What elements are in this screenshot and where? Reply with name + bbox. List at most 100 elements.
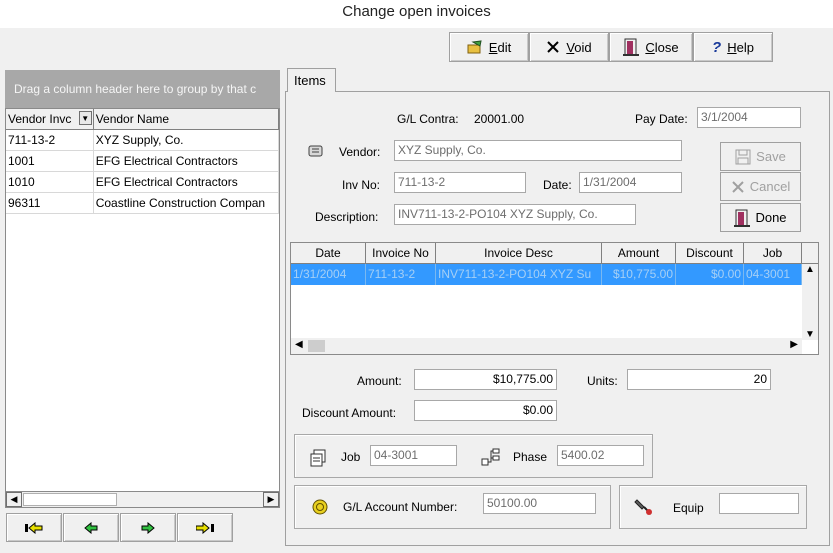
column-header-vendor-name[interactable]: Vendor Name bbox=[94, 109, 279, 129]
inv-no-field[interactable]: 711-13-2 bbox=[394, 172, 526, 193]
pay-date-label: Pay Date: bbox=[635, 112, 688, 126]
gl-contra-value: 20001.00 bbox=[474, 112, 525, 126]
items-grid-horizontal-scrollbar[interactable]: ◀ ▶ bbox=[291, 338, 802, 354]
done-icon bbox=[734, 209, 751, 227]
cell-discount[interactable]: $0.00 bbox=[676, 264, 744, 285]
amount-field[interactable]: $10,775.00 bbox=[414, 369, 557, 390]
job-label: Job bbox=[341, 450, 361, 464]
equip-field[interactable] bbox=[719, 493, 799, 514]
cell-invoice-no[interactable]: 711-13-2 bbox=[366, 264, 436, 285]
edit-button[interactable]: Edit bbox=[449, 32, 529, 62]
scroll-left-icon[interactable]: ◀ bbox=[295, 339, 303, 350]
table-row[interactable]: 96311 Coastline Construction Compan bbox=[6, 193, 279, 214]
gl-account-field[interactable]: 50100.00 bbox=[483, 493, 596, 514]
date-label: Date: bbox=[543, 178, 572, 192]
column-header-label: Vendor Invc bbox=[8, 112, 72, 126]
prev-record-icon bbox=[84, 521, 98, 534]
phase-label: Phase bbox=[513, 450, 548, 464]
equip-icon[interactable] bbox=[634, 497, 654, 517]
column-header-invoice-desc[interactable]: Invoice Desc bbox=[436, 243, 602, 263]
window-title: Change open invoices bbox=[0, 0, 833, 28]
cell-vendor-invoice[interactable]: 1010 bbox=[6, 172, 94, 192]
vendor-grid: Vendor Invc ▼ Vendor Name 711-13-2 XYZ S… bbox=[5, 108, 280, 508]
column-header-discount[interactable]: Discount bbox=[676, 243, 744, 263]
cancel-icon bbox=[731, 180, 745, 194]
next-record-button[interactable] bbox=[120, 513, 176, 542]
table-row[interactable]: 711-13-2 XYZ Supply, Co. bbox=[6, 130, 279, 151]
cell-vendor-invoice[interactable]: 1001 bbox=[6, 151, 94, 171]
save-button[interactable]: Save bbox=[720, 142, 801, 171]
cell-job[interactable]: 04-3001 bbox=[744, 264, 802, 285]
items-grid-header: Date Invoice No Invoice Desc Amount Disc… bbox=[291, 243, 818, 264]
amount-label: Amount: bbox=[357, 374, 402, 388]
column-header-date[interactable]: Date bbox=[291, 243, 366, 263]
date-field[interactable]: 1/31/2004 bbox=[579, 172, 682, 193]
scroll-down-icon[interactable]: ▼ bbox=[805, 329, 815, 340]
void-icon bbox=[546, 40, 560, 54]
scroll-right-icon[interactable]: ▶ bbox=[263, 492, 279, 507]
job-field[interactable]: 04-3001 bbox=[370, 445, 457, 466]
void-button-label: Void bbox=[566, 39, 592, 55]
scroll-left-icon[interactable]: ◀ bbox=[6, 492, 22, 507]
cell-vendor-invoice[interactable]: 711-13-2 bbox=[6, 130, 94, 150]
items-grid: Date Invoice No Invoice Desc Amount Disc… bbox=[290, 242, 819, 355]
units-label: Units: bbox=[587, 374, 618, 388]
cell-vendor-name[interactable]: EFG Electrical Contractors bbox=[94, 172, 279, 192]
phase-icon[interactable] bbox=[481, 447, 501, 467]
help-icon: ? bbox=[712, 38, 722, 56]
cell-amount[interactable]: $10,775.00 bbox=[602, 264, 676, 285]
vendor-field[interactable]: XYZ Supply, Co. bbox=[394, 140, 682, 161]
first-record-icon bbox=[25, 521, 43, 534]
column-header-vendor-invoice[interactable]: Vendor Invc ▼ bbox=[6, 109, 94, 129]
cell-vendor-name[interactable]: Coastline Construction Compan bbox=[94, 193, 279, 213]
pay-date-field[interactable]: 3/1/2004 bbox=[697, 107, 801, 128]
vendor-grid-horizontal-scrollbar[interactable]: ◀ ▶ bbox=[5, 491, 280, 508]
tab-items[interactable]: Items bbox=[287, 68, 336, 92]
job-icon[interactable] bbox=[309, 449, 327, 467]
discount-amount-field[interactable]: $0.00 bbox=[414, 400, 557, 421]
column-header-invoice-no[interactable]: Invoice No bbox=[366, 243, 436, 263]
help-button-label: Help bbox=[727, 39, 754, 55]
table-row[interactable]: 1001 EFG Electrical Contractors bbox=[6, 151, 279, 172]
prev-record-button[interactable] bbox=[63, 513, 119, 542]
description-field[interactable]: INV711-13-2-PO104 XYZ Supply, Co. bbox=[394, 204, 636, 225]
cell-vendor-name[interactable]: XYZ Supply, Co. bbox=[94, 130, 279, 150]
close-button-label: Close bbox=[645, 39, 679, 55]
void-button[interactable]: Void bbox=[529, 32, 609, 62]
phase-field[interactable]: 5400.02 bbox=[557, 445, 644, 466]
equip-label: Equip bbox=[673, 501, 704, 515]
column-dropdown-icon[interactable]: ▼ bbox=[78, 111, 92, 125]
items-grid-vertical-scrollbar[interactable]: ▲ ▼ bbox=[802, 264, 818, 340]
vendor-icon[interactable] bbox=[307, 143, 325, 159]
group-by-panel[interactable]: Drag a column header here to group by th… bbox=[5, 70, 280, 108]
vendor-label: Vendor: bbox=[339, 145, 381, 159]
scroll-right-icon[interactable]: ▶ bbox=[790, 339, 798, 350]
cell-vendor-name[interactable]: EFG Electrical Contractors bbox=[94, 151, 279, 171]
column-header-job[interactable]: Job bbox=[744, 243, 802, 263]
scroll-thumb[interactable] bbox=[308, 340, 325, 352]
cancel-button[interactable]: Cancel bbox=[720, 172, 801, 201]
gl-account-icon[interactable] bbox=[312, 499, 328, 515]
scroll-thumb[interactable] bbox=[23, 493, 117, 506]
units-field[interactable]: 20 bbox=[627, 369, 771, 390]
cancel-button-label: Cancel bbox=[749, 179, 791, 194]
gl-contra-label: G/L Contra: bbox=[397, 112, 459, 126]
table-row[interactable]: 1010 EFG Electrical Contractors bbox=[6, 172, 279, 193]
cell-date[interactable]: 1/31/2004 bbox=[291, 264, 366, 285]
cell-invoice-desc[interactable]: INV711-13-2-PO104 XYZ Su bbox=[436, 264, 602, 285]
table-row-selected[interactable]: 1/31/2004 711-13-2 INV711-13-2-PO104 XYZ… bbox=[291, 264, 818, 285]
close-door-icon bbox=[623, 38, 640, 56]
last-record-icon bbox=[196, 521, 214, 534]
description-label: Description: bbox=[315, 210, 379, 224]
first-record-button[interactable] bbox=[6, 513, 62, 542]
last-record-button[interactable] bbox=[177, 513, 233, 542]
save-button-label: Save bbox=[756, 149, 786, 164]
close-button[interactable]: Close bbox=[609, 32, 693, 62]
done-button[interactable]: Done bbox=[720, 203, 801, 232]
column-header-amount[interactable]: Amount bbox=[602, 243, 676, 263]
cell-vendor-invoice[interactable]: 96311 bbox=[6, 193, 94, 213]
done-button-label: Done bbox=[755, 210, 787, 225]
scroll-up-icon[interactable]: ▲ bbox=[805, 264, 815, 275]
help-button[interactable]: ? Help bbox=[693, 32, 773, 62]
next-record-icon bbox=[141, 521, 155, 534]
